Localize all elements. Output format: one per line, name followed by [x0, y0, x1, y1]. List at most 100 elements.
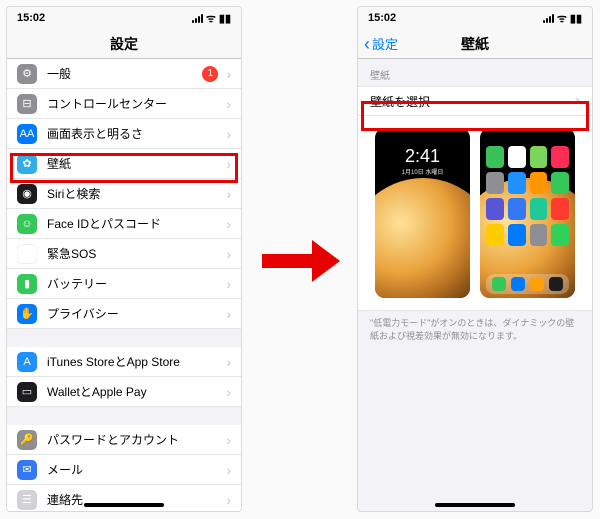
- app-icon: [508, 172, 526, 194]
- chevron-right-icon: ›: [226, 306, 231, 322]
- row-general[interactable]: ⚙ 一般1 ›: [7, 59, 241, 89]
- row-appstore[interactable]: AiTunes StoreとApp Store›: [7, 347, 241, 377]
- row-label: 画面表示と明るさ: [47, 125, 226, 142]
- row-label: 一般: [47, 65, 202, 82]
- battery-icon: ▮: [17, 274, 37, 294]
- status-bar: 15:02 ᯤ ▮▮: [358, 7, 592, 29]
- row-label: 壁紙: [47, 155, 226, 172]
- row-privacy[interactable]: ✋ プライバシー›: [7, 299, 241, 329]
- signal-icon: [543, 14, 554, 23]
- display-icon: AA: [17, 124, 37, 144]
- settings-list: ⚙一般1›⊟コントロールセンター›AA画面表示と明るさ›✿壁紙›◉Siriと検索…: [7, 59, 241, 512]
- app-icon: [486, 198, 504, 220]
- faceid-icon: ☺: [17, 214, 37, 234]
- app-icon: [486, 172, 504, 194]
- app-icon: [551, 224, 569, 246]
- row-wallpaper[interactable]: ✿ 壁紙›: [7, 149, 241, 179]
- wifi-icon: ᯤ: [206, 11, 216, 26]
- row-label: メール: [47, 461, 226, 478]
- sos-icon: SOS: [17, 244, 37, 264]
- chevron-right-icon: ›: [226, 432, 231, 448]
- row-label: WalletとApple Pay: [47, 383, 226, 400]
- row-siri[interactable]: ◉ Siriと検索›: [7, 179, 241, 209]
- chevron-left-icon: ‹: [364, 35, 370, 53]
- general-icon: ⚙: [17, 64, 37, 84]
- accounts-icon: 🔑: [17, 430, 37, 450]
- page-title: 設定: [110, 34, 138, 54]
- app-icon: [508, 198, 526, 220]
- row-label: Siriと検索: [47, 185, 226, 202]
- app-icon: [530, 224, 548, 246]
- app-icon: [551, 198, 569, 220]
- row-mail[interactable]: ✉メール›: [7, 455, 241, 485]
- row-label: プライバシー: [47, 305, 226, 322]
- status-bar: 15:02 ᯤ ▮▮: [7, 7, 241, 29]
- row-accounts[interactable]: 🔑パスワードとアカウント›: [7, 425, 241, 455]
- chevron-right-icon: ›: [226, 126, 231, 142]
- lock-time: 2:41: [375, 146, 470, 167]
- chevron-right-icon: ›: [226, 186, 231, 202]
- wallet-icon: ▭: [17, 382, 37, 402]
- app-icon: [530, 198, 548, 220]
- appstore-icon: A: [17, 352, 37, 372]
- row-display[interactable]: AA 画面表示と明るさ›: [7, 119, 241, 149]
- row-control[interactable]: ⊟ コントロールセンター›: [7, 89, 241, 119]
- navbar: ‹ 設定 壁紙: [358, 29, 592, 59]
- chevron-right-icon: ›: [226, 246, 231, 262]
- app-icon: [530, 146, 548, 168]
- app-icon: [530, 172, 548, 194]
- status-time: 15:02: [17, 12, 45, 24]
- control-icon: ⊟: [17, 94, 37, 114]
- row-label: 緊急SOS: [47, 245, 226, 262]
- chevron-right-icon: ›: [226, 216, 231, 232]
- signal-icon: [192, 14, 203, 23]
- home-screen-preview[interactable]: [480, 128, 575, 298]
- wallpaper-previews: 2:41 1月10日 水曜日: [358, 116, 592, 311]
- wifi-icon: ᯤ: [557, 11, 567, 26]
- section-header: 壁紙: [358, 59, 592, 86]
- privacy-icon: ✋: [17, 304, 37, 324]
- app-icon: [486, 146, 504, 168]
- battery-icon: ▮▮: [570, 12, 582, 25]
- row-contacts[interactable]: ☰連絡先›: [7, 485, 241, 512]
- row-label: バッテリー: [47, 275, 226, 292]
- lock-date: 1月10日 水曜日: [375, 167, 470, 176]
- app-icon: [486, 224, 504, 246]
- chevron-right-icon: ›: [226, 276, 231, 292]
- app-icon: [508, 146, 526, 168]
- page-title: 壁紙: [461, 34, 489, 54]
- row-faceid[interactable]: ☺Face IDとパスコード›: [7, 209, 241, 239]
- settings-screen: 15:02 ᯤ ▮▮ 設定 ⚙一般1›⊟コントロールセンター›AA画面表示と明る…: [6, 6, 242, 512]
- contacts-icon: ☰: [17, 490, 37, 510]
- wallpaper-screen: 15:02 ᯤ ▮▮ ‹ 設定 壁紙 壁紙 壁紙を選択 › 2:4: [357, 6, 593, 512]
- home-indicator[interactable]: [435, 503, 515, 507]
- chevron-right-icon: ›: [226, 66, 231, 82]
- back-button[interactable]: ‹ 設定: [364, 34, 398, 53]
- row-sos[interactable]: SOS 緊急SOS›: [7, 239, 241, 269]
- row-wallet[interactable]: ▭ WalletとApple Pay›: [7, 377, 241, 407]
- chevron-right-icon: ›: [226, 96, 231, 112]
- wallpaper-icon: ✿: [17, 154, 37, 174]
- badge: 1: [202, 66, 218, 82]
- siri-icon: ◉: [17, 184, 37, 204]
- chevron-right-icon: ›: [226, 156, 231, 172]
- lock-screen-preview[interactable]: 2:41 1月10日 水曜日: [375, 128, 470, 298]
- row-battery[interactable]: ▮ バッテリー›: [7, 269, 241, 299]
- app-icon: [551, 146, 569, 168]
- status-time: 15:02: [368, 12, 396, 24]
- app-icon: [508, 224, 526, 246]
- home-indicator[interactable]: [84, 503, 164, 507]
- dock-app-icon: [549, 277, 563, 291]
- chevron-right-icon: ›: [226, 492, 231, 508]
- app-icon: [551, 172, 569, 194]
- row-label: コントロールセンター: [47, 95, 226, 112]
- dock-app-icon: [511, 277, 525, 291]
- battery-icon: ▮▮: [219, 12, 231, 25]
- choose-wallpaper-row[interactable]: 壁紙を選択 ›: [358, 86, 592, 116]
- choose-wallpaper-label: 壁紙を選択: [370, 93, 430, 110]
- row-label: iTunes StoreとApp Store: [47, 353, 226, 370]
- chevron-right-icon: ›: [226, 384, 231, 400]
- footnote: "低電力モード"がオンのときは、ダイナミックの壁紙および視差効果が無効になります…: [358, 311, 592, 354]
- dock-app-icon: [530, 277, 544, 291]
- dock-app-icon: [492, 277, 506, 291]
